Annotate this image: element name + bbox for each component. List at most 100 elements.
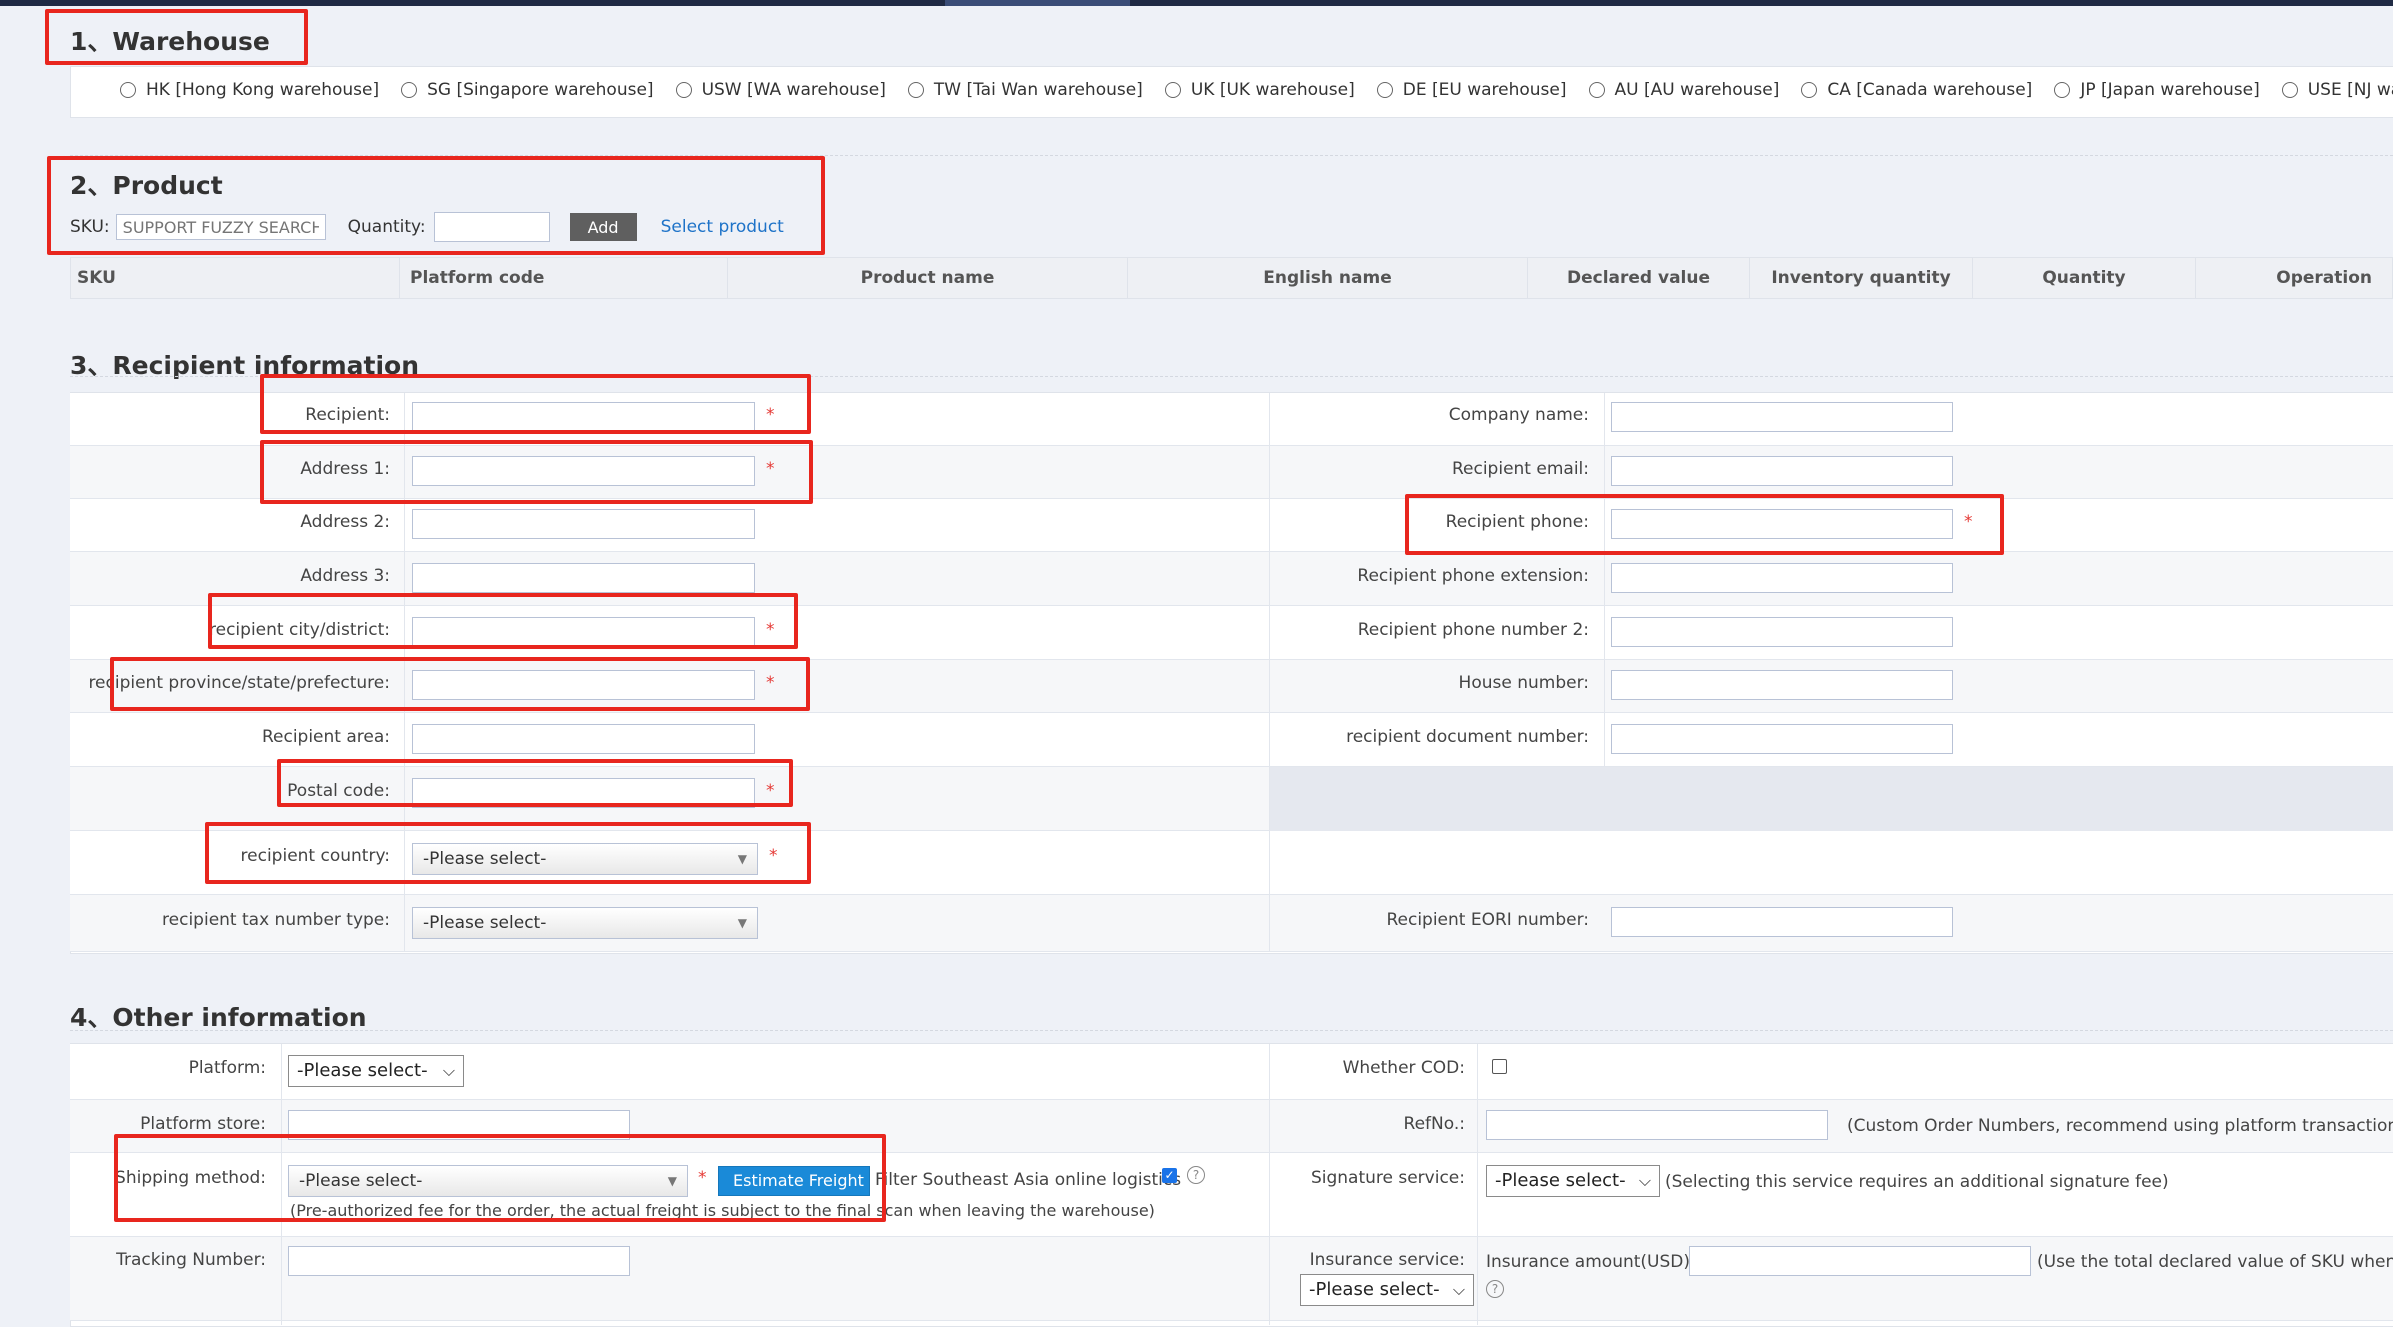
highlight-province bbox=[110, 657, 810, 711]
help-icon[interactable]: ? bbox=[1486, 1280, 1504, 1298]
document-number-label: recipient document number: bbox=[1346, 727, 1589, 747]
highlight-warehouse bbox=[45, 9, 308, 65]
refno-label: RefNo.: bbox=[1403, 1114, 1465, 1134]
radio-icon[interactable] bbox=[401, 82, 418, 98]
help-icon[interactable]: ? bbox=[1187, 1166, 1205, 1184]
platform-select-value: -Please select- bbox=[297, 1060, 428, 1081]
platform-select[interactable]: -Please select- ⌵ bbox=[288, 1055, 464, 1087]
tax-type-select[interactable]: -Please select- ▼ bbox=[412, 907, 758, 939]
column-divider bbox=[1477, 1044, 1478, 1325]
sku-input[interactable] bbox=[115, 214, 326, 240]
phone2-label: Recipient phone number 2: bbox=[1357, 620, 1589, 640]
highlight-shipping bbox=[114, 1134, 886, 1222]
refno-input[interactable] bbox=[1486, 1110, 1828, 1140]
address2-label: Address 2: bbox=[300, 512, 390, 532]
warehouse-label: AU [AU warehouse] bbox=[1614, 80, 1780, 100]
radio-icon[interactable] bbox=[1801, 82, 1818, 98]
house-number-input[interactable] bbox=[1611, 670, 1953, 700]
section-other-title: 4、Other information bbox=[70, 1003, 367, 1032]
tax-type-label: recipient tax number type: bbox=[162, 910, 390, 930]
column-inventory-quantity: Inventory quantity bbox=[1749, 258, 1972, 298]
filter-sea-checkbox[interactable]: ✓ bbox=[1162, 1168, 1177, 1183]
radio-icon[interactable] bbox=[1588, 82, 1605, 98]
warehouse-option-au[interactable]: AU [AU warehouse] bbox=[1588, 80, 1780, 100]
tracking-number-input[interactable] bbox=[288, 1246, 630, 1276]
chevron-down-icon: ⌵ bbox=[442, 1061, 455, 1080]
divider bbox=[70, 1030, 2393, 1031]
radio-icon[interactable] bbox=[1164, 82, 1181, 98]
insurance-amount-label: Insurance amount(USD): bbox=[1486, 1252, 1696, 1272]
radio-icon[interactable] bbox=[675, 82, 692, 98]
chevron-down-icon: ▼ bbox=[737, 916, 747, 930]
warehouse-label: UK [UK warehouse] bbox=[1190, 80, 1355, 100]
highlight-address1 bbox=[260, 440, 813, 504]
radio-icon[interactable] bbox=[2054, 82, 2071, 98]
signature-note: (Selecting this service requires an addi… bbox=[1665, 1172, 2169, 1192]
select-product-link[interactable]: Select product bbox=[661, 217, 784, 237]
radio-icon[interactable] bbox=[907, 82, 924, 98]
warehouse-label: DE [EU warehouse] bbox=[1402, 80, 1567, 100]
chevron-down-icon: ⌵ bbox=[1452, 1280, 1465, 1299]
company-input[interactable] bbox=[1611, 402, 1953, 432]
warehouse-option-de[interactable]: DE [EU warehouse] bbox=[1376, 80, 1567, 100]
warehouse-option-hk[interactable]: HK [Hong Kong warehouse] bbox=[120, 80, 379, 100]
tracking-number-label: Tracking Number: bbox=[116, 1250, 266, 1270]
phone-ext-label: Recipient phone extension: bbox=[1357, 566, 1589, 586]
platform-store-label: Platform store: bbox=[140, 1114, 266, 1134]
signature-label: Signature service: bbox=[1310, 1168, 1465, 1188]
warehouse-option-jp[interactable]: JP [Japan warehouse] bbox=[2054, 80, 2260, 100]
highlight-recipient bbox=[260, 374, 811, 434]
area-input[interactable] bbox=[412, 724, 755, 754]
house-number-label: House number: bbox=[1458, 673, 1589, 693]
warehouse-option-ca[interactable]: CA [Canada warehouse] bbox=[1801, 80, 2032, 100]
phone-ext-input[interactable] bbox=[1611, 563, 1953, 593]
insurance-select[interactable]: -Please select- ⌵ bbox=[1300, 1274, 1474, 1306]
insurance-note: (Use the total declared value of SKU whe… bbox=[2037, 1252, 2393, 1272]
address3-input[interactable] bbox=[412, 563, 755, 593]
eori-input[interactable] bbox=[1611, 907, 1953, 937]
sku-label: SKU: bbox=[70, 217, 110, 237]
quantity-input[interactable] bbox=[433, 212, 550, 242]
insurance-select-value: -Please select- bbox=[1309, 1279, 1440, 1300]
warehouse-option-use[interactable]: USE [NJ warehouse] bbox=[2281, 80, 2393, 100]
signature-select-value: -Please select- bbox=[1495, 1170, 1626, 1191]
warehouse-radio-group: HK [Hong Kong warehouse] SG [Singapore w… bbox=[120, 80, 2393, 100]
warehouse-option-usw[interactable]: USW [WA warehouse] bbox=[675, 80, 886, 100]
radio-icon[interactable] bbox=[120, 82, 136, 98]
top-bar bbox=[0, 0, 2393, 6]
column-english-name: English name bbox=[1127, 258, 1527, 298]
signature-select[interactable]: -Please select- ⌵ bbox=[1486, 1165, 1660, 1197]
address3-label: Address 3: bbox=[300, 566, 390, 586]
top-tab[interactable] bbox=[945, 0, 1130, 6]
warehouse-label: SG [Singapore warehouse] bbox=[427, 80, 654, 100]
column-divider bbox=[1269, 393, 1270, 952]
column-quantity: Quantity bbox=[1972, 258, 2195, 298]
column-divider bbox=[1269, 1044, 1270, 1325]
document-number-input[interactable] bbox=[1611, 724, 1953, 754]
warehouse-option-sg[interactable]: SG [Singapore warehouse] bbox=[401, 80, 654, 100]
cod-label: Whether COD: bbox=[1342, 1058, 1465, 1078]
address2-input[interactable] bbox=[412, 509, 755, 539]
warehouse-label: USW [WA warehouse] bbox=[701, 80, 886, 100]
insurance-amount-input[interactable] bbox=[1689, 1246, 2031, 1276]
add-button[interactable]: Add bbox=[569, 213, 637, 241]
chevron-down-icon: ⌵ bbox=[1638, 1171, 1651, 1190]
filter-sea-label: Filter Southeast Asia online logistics bbox=[875, 1170, 1182, 1190]
warehouse-option-tw[interactable]: TW [Tai Wan warehouse] bbox=[907, 80, 1143, 100]
warehouse-option-uk[interactable]: UK [UK warehouse] bbox=[1164, 80, 1355, 100]
warehouse-label: TW [Tai Wan warehouse] bbox=[933, 80, 1143, 100]
column-operation: Operation bbox=[2195, 258, 2392, 298]
column-divider bbox=[1604, 393, 1605, 767]
radio-icon[interactable] bbox=[2281, 82, 2298, 98]
cod-checkbox[interactable] bbox=[1492, 1059, 1507, 1074]
company-label: Company name: bbox=[1448, 405, 1589, 425]
highlight-city bbox=[208, 593, 798, 649]
radio-icon[interactable] bbox=[1376, 82, 1393, 98]
column-declared-value: Declared value bbox=[1527, 258, 1749, 298]
product-add-row: SKU: Quantity: Add Select product bbox=[70, 212, 784, 242]
area-label: Recipient area: bbox=[261, 727, 390, 747]
highlight-postal bbox=[277, 759, 793, 807]
warehouse-label: CA [Canada warehouse] bbox=[1827, 80, 2033, 100]
phone2-input[interactable] bbox=[1611, 617, 1953, 647]
email-input[interactable] bbox=[1611, 456, 1953, 486]
